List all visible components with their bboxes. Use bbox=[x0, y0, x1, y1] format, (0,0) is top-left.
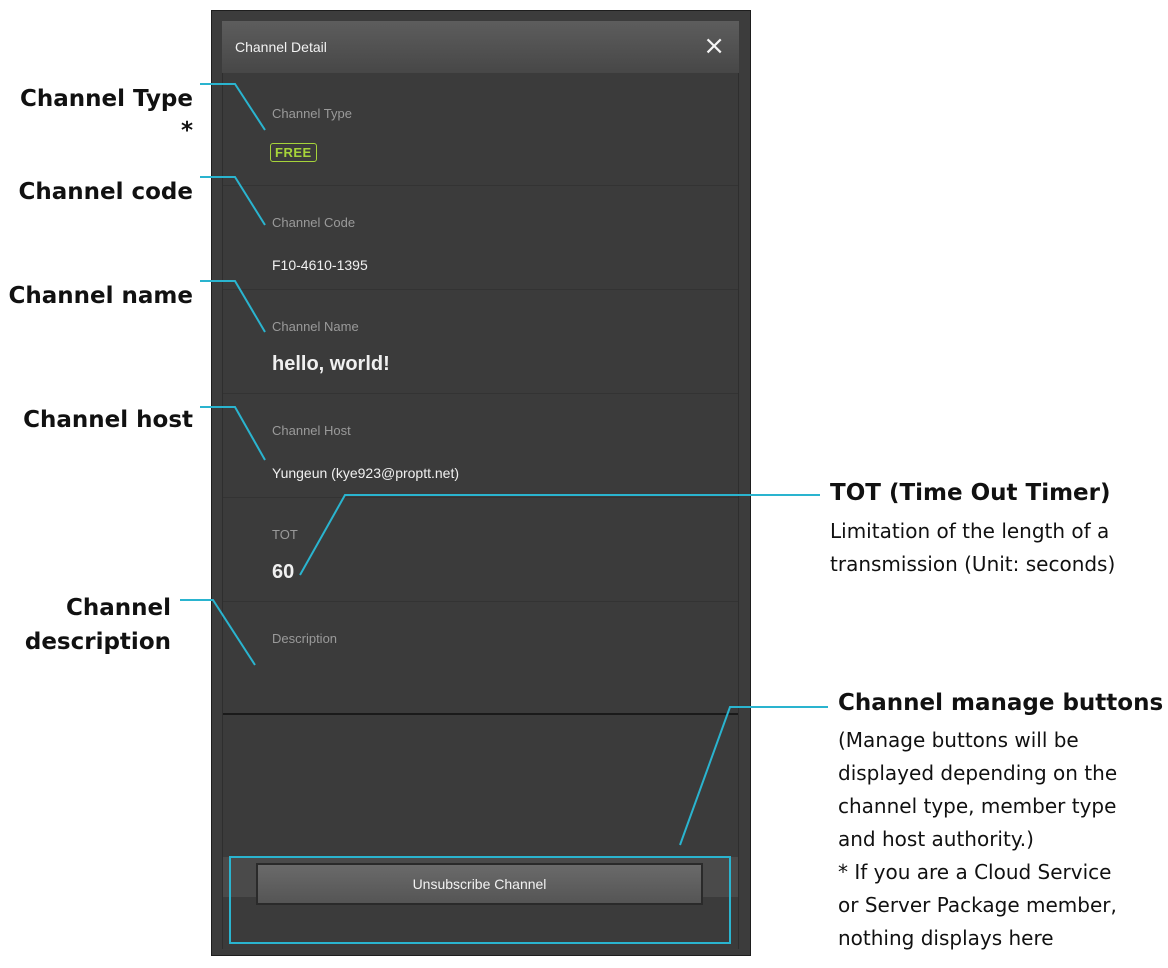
annotation-manage-body-2: displayed depending on the bbox=[838, 761, 1118, 785]
annotation-tot-title: TOT (Time Out Timer) bbox=[830, 480, 1111, 506]
annotation-manage-body-7: nothing displays here bbox=[838, 926, 1054, 950]
manage-buttons-highlight bbox=[229, 856, 731, 944]
annotation-channel-host: Channel host bbox=[23, 407, 193, 433]
annotation-manage-body-4: and host authority.) bbox=[838, 827, 1034, 851]
channel-code-value: F10-4610-1395 bbox=[272, 257, 368, 273]
annotation-manage-body-5: * If you are a Cloud Service bbox=[838, 860, 1112, 884]
close-icon[interactable]: × bbox=[703, 31, 725, 61]
annotation-channel-description-1: Channel bbox=[65, 595, 171, 621]
dialog-title: Channel Detail bbox=[235, 39, 327, 55]
channel-code-label: Channel Code bbox=[272, 215, 356, 230]
field-description: Description bbox=[223, 601, 738, 713]
channel-name-value: hello, world! bbox=[272, 353, 390, 375]
annotation-manage-body-1: (Manage buttons will be bbox=[838, 728, 1079, 752]
channel-host-label: Channel Host bbox=[272, 423, 351, 438]
annotation-channel-description-2: description bbox=[24, 629, 171, 655]
tot-label: TOT bbox=[272, 527, 298, 542]
channel-name-label: Channel Name bbox=[272, 319, 359, 334]
description-label: Description bbox=[272, 631, 338, 646]
field-channel-type: Channel Type FREE bbox=[223, 73, 738, 186]
dialog-titlebar: Channel Detail × bbox=[222, 21, 739, 74]
tot-value: 60 bbox=[272, 561, 295, 583]
channel-type-label: Channel Type bbox=[272, 106, 352, 121]
annotation-channel-type: Channel Type * bbox=[19, 86, 193, 144]
field-channel-code: Channel Code F10-4610-1395 bbox=[223, 185, 738, 290]
annotation-manage-body-6: or Server Package member, bbox=[838, 893, 1117, 917]
field-tot: TOT 60 bbox=[223, 497, 738, 602]
annotation-tot-body-1: Limitation of the length of a bbox=[830, 519, 1110, 543]
channel-type-badge: FREE bbox=[270, 143, 317, 162]
field-channel-host: Channel Host Yungeun (kye923@proptt.net) bbox=[223, 393, 738, 498]
annotation-tot-body-2: transmission (Unit: seconds) bbox=[830, 552, 1116, 576]
annotation-manage-body-3: channel type, member type bbox=[838, 794, 1117, 818]
dialog-body: Channel Type FREE Channel Code F10-4610-… bbox=[222, 73, 739, 949]
divider bbox=[223, 713, 738, 715]
channel-detail-dialog: Channel Detail × Channel Type FREE Chann… bbox=[211, 10, 751, 956]
annotation-channel-name: Channel name bbox=[8, 283, 193, 309]
annotation-channel-code: Channel code bbox=[18, 179, 193, 205]
annotation-manage-title: Channel manage buttons bbox=[838, 690, 1164, 716]
field-channel-name: Channel Name hello, world! bbox=[223, 289, 738, 394]
channel-host-value: Yungeun (kye923@proptt.net) bbox=[272, 465, 460, 481]
